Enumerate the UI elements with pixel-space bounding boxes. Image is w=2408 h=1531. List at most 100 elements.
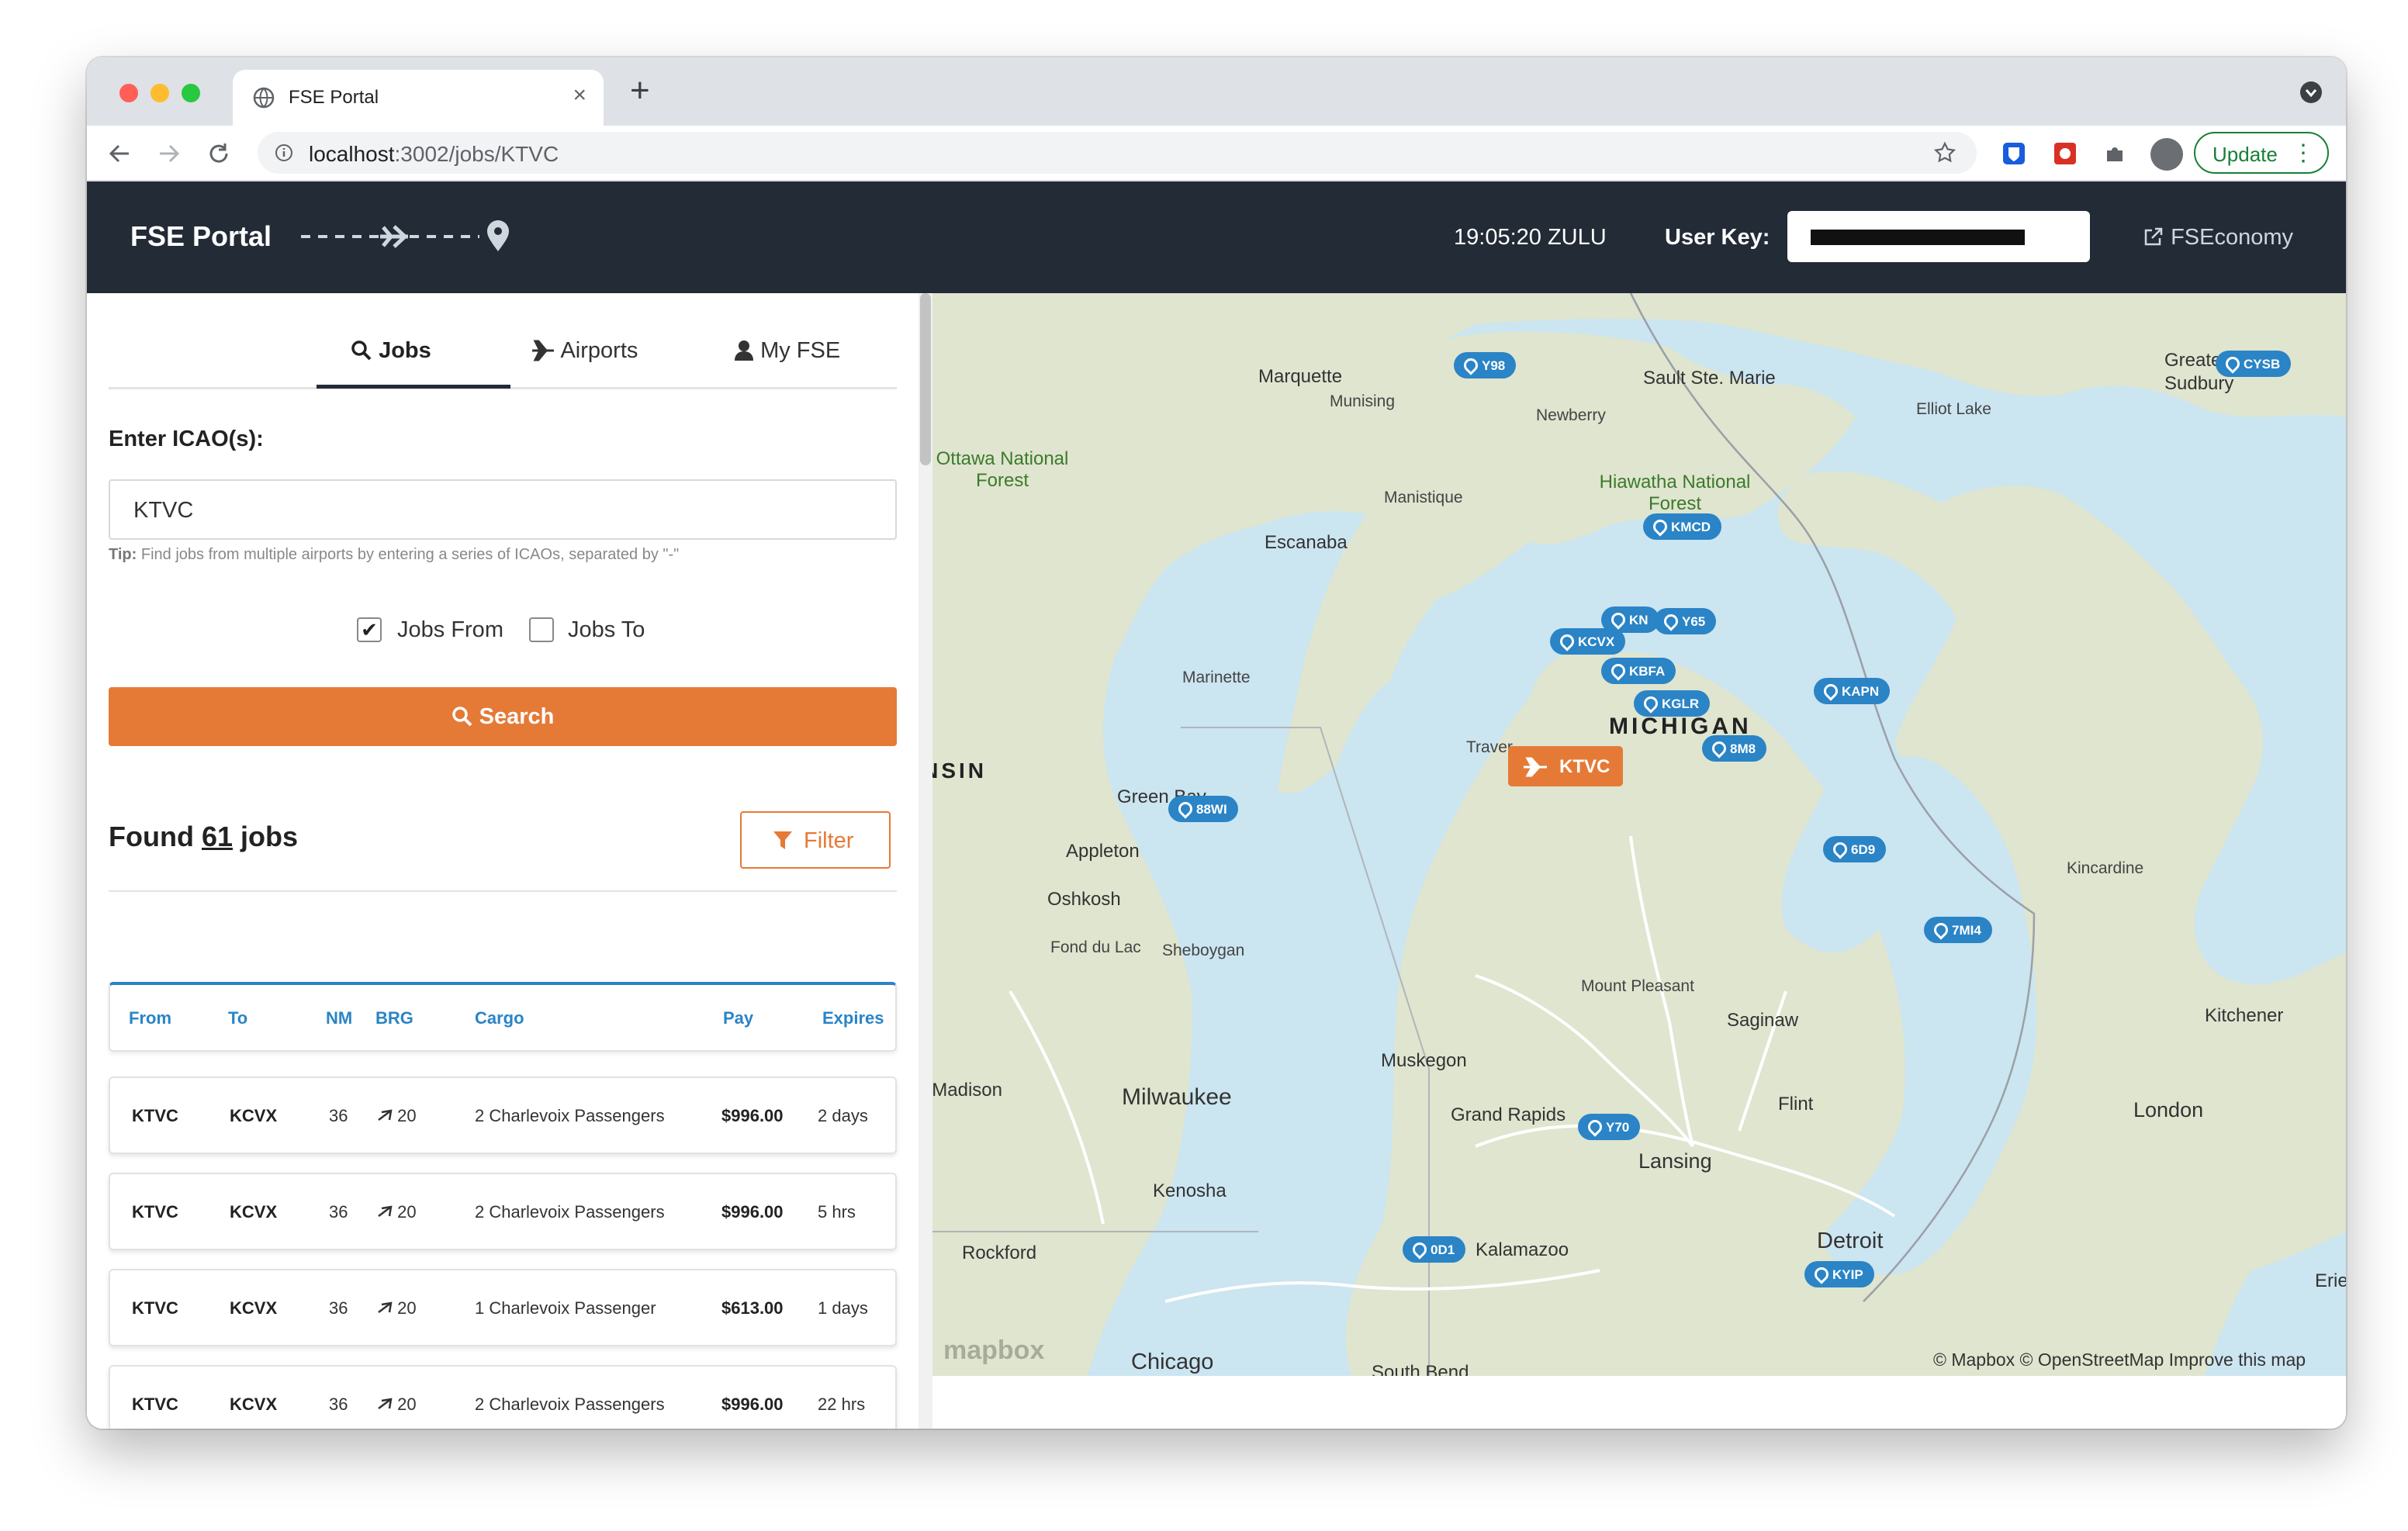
bitwarden-extension-icon[interactable] xyxy=(2001,141,2026,166)
place-sheboygan: Sheboygan xyxy=(1162,942,1245,959)
airport-marker[interactable]: 88WI xyxy=(1168,796,1238,822)
section-tabs: Jobs Airports My FSE xyxy=(109,293,897,389)
airport-marker[interactable]: KCVX xyxy=(1550,628,1626,655)
search-button[interactable]: Search xyxy=(109,687,897,746)
globe-icon xyxy=(253,87,275,109)
maximize-window-button[interactable] xyxy=(182,84,200,102)
jobs-to-checkbox[interactable] xyxy=(529,617,554,642)
place-muskegon: Muskegon xyxy=(1381,1050,1467,1071)
redacted-key xyxy=(1811,230,2025,245)
cell-brg-value: 20 xyxy=(397,1298,417,1318)
cell-from: KTVC xyxy=(132,1394,178,1414)
map-attribution[interactable]: © Mapbox © OpenStreetMap Improve this ma… xyxy=(1933,1350,2306,1370)
browser-window: FSE Portal × + localhost:3002/jobs/KTVC … xyxy=(87,57,2346,1429)
airport-marker[interactable]: 6D9 xyxy=(1823,836,1887,862)
filter-label: Filter xyxy=(804,828,854,853)
airport-marker[interactable]: Y98 xyxy=(1454,352,1517,378)
sidebar-panel: Jobs Airports My FSE Enter ICAO(s): KTVC… xyxy=(87,293,928,1429)
col-pay[interactable]: Pay xyxy=(723,1008,753,1028)
place-flint: Flint xyxy=(1778,1094,1814,1115)
reload-icon[interactable] xyxy=(206,141,231,166)
external-link-icon xyxy=(2144,227,2163,246)
url-field[interactable]: localhost:3002/jobs/KTVC xyxy=(258,132,1977,174)
airport-marker[interactable]: KGLR xyxy=(1634,690,1711,717)
cell-brg: 20 xyxy=(377,1298,417,1318)
url-host: localhost xyxy=(309,142,395,166)
search-icon xyxy=(351,340,372,361)
jobs-from-checkbox[interactable]: ✔ xyxy=(357,617,382,642)
profile-avatar[interactable] xyxy=(2150,138,2183,171)
bearing-plane-icon xyxy=(378,1301,393,1313)
place-mount-pleasant: Mount Pleasant xyxy=(1581,977,1694,995)
mapbox-logo[interactable]: mapbox xyxy=(943,1336,1044,1366)
user-key-input[interactable] xyxy=(1787,211,2090,262)
col-cargo[interactable]: Cargo xyxy=(475,1008,524,1028)
cell-brg: 20 xyxy=(377,1106,417,1126)
airport-marker[interactable]: 0D1 xyxy=(1403,1236,1466,1263)
place-kincardine: Kincardine xyxy=(2067,859,2144,877)
cell-expires: 1 days xyxy=(818,1298,868,1318)
airport-marker[interactable]: 8M8 xyxy=(1702,735,1767,762)
extension-icon[interactable] xyxy=(2053,141,2078,166)
fseconomy-link[interactable]: FSEconomy xyxy=(2143,225,2293,251)
job-count: 61 xyxy=(201,821,234,852)
icao-tip: Tip: Find jobs from multiple airports by… xyxy=(109,546,679,564)
col-expires[interactable]: Expires xyxy=(822,1008,884,1028)
update-button[interactable]: Update ⋮ xyxy=(2194,132,2329,174)
filter-button[interactable]: Filter xyxy=(740,811,891,869)
airport-marker[interactable]: Y70 xyxy=(1578,1114,1641,1140)
minimize-window-button[interactable] xyxy=(150,84,169,102)
airport-marker[interactable]: KMCD xyxy=(1643,513,1721,540)
browser-tab[interactable]: FSE Portal × xyxy=(233,70,604,126)
sidebar-scrollbar-thumb[interactable] xyxy=(920,293,931,465)
results-count: Found 61 jobs xyxy=(109,821,298,853)
tab-jobs[interactable]: Jobs xyxy=(351,338,431,364)
back-icon[interactable] xyxy=(107,141,132,166)
cell-to: KCVX xyxy=(230,1202,278,1222)
tip-label: Tip: xyxy=(109,546,137,563)
cell-pay: $996.00 xyxy=(721,1394,784,1414)
col-to[interactable]: To xyxy=(228,1008,247,1028)
icao-input[interactable]: KTVC xyxy=(109,479,897,540)
table-row[interactable]: KTVC KCVX 36 20 2 Charlevoix Passengers … xyxy=(109,1077,897,1154)
airport-marker[interactable]: KAPN xyxy=(1814,678,1891,704)
close-window-button[interactable] xyxy=(119,84,138,102)
table-row[interactable]: KTVC KCVX 36 20 2 Charlevoix Passengers … xyxy=(109,1365,897,1429)
map-view[interactable]: Marquette Munising Sault Ste. Marie Newb… xyxy=(932,293,2346,1376)
airport-marker[interactable]: 7MI4 xyxy=(1924,917,1992,943)
tip-text: Find jobs from multiple airports by ente… xyxy=(140,546,680,563)
tab-search-icon[interactable] xyxy=(2299,81,2323,104)
tab-my-fse[interactable]: My FSE xyxy=(734,338,840,364)
bookmark-star-icon[interactable] xyxy=(1933,141,1956,164)
place-madison: Madison xyxy=(932,1080,1002,1101)
extensions-puzzle-icon[interactable] xyxy=(2102,141,2127,166)
current-airport-label: KTVC xyxy=(1559,756,1611,777)
bearing-plane-icon xyxy=(378,1398,393,1409)
cell-from: KTVC xyxy=(132,1298,178,1318)
tab-airports-label: Airports xyxy=(560,338,638,363)
jobs-table-header: From To NM BRG Cargo Pay Expires xyxy=(109,982,897,1052)
col-from[interactable]: From xyxy=(129,1008,171,1028)
col-nm[interactable]: NM xyxy=(326,1008,352,1028)
info-icon[interactable] xyxy=(275,143,293,162)
table-row[interactable]: KTVC KCVX 36 20 2 Charlevoix Passengers … xyxy=(109,1173,897,1250)
place-munising: Munising xyxy=(1330,392,1396,410)
cell-pay: $996.00 xyxy=(721,1106,784,1125)
airport-marker[interactable]: Y65 xyxy=(1654,608,1717,634)
cell-brg-value: 20 xyxy=(397,1202,417,1222)
new-tab-icon[interactable]: + xyxy=(630,71,650,110)
airport-marker[interactable]: KBFA xyxy=(1601,658,1676,684)
forward-icon[interactable] xyxy=(157,141,182,166)
place-kalamazoo: Kalamazoo xyxy=(1476,1239,1569,1260)
table-row[interactable]: KTVC KCVX 36 20 1 Charlevoix Passenger $… xyxy=(109,1269,897,1346)
current-airport-marker[interactable]: KTVC xyxy=(1508,746,1623,786)
airport-marker[interactable]: KYIP xyxy=(1804,1261,1874,1287)
more-menu-icon[interactable]: ⋮ xyxy=(2292,140,2315,167)
col-brg[interactable]: BRG xyxy=(375,1008,413,1028)
place-wisconsin: WISCONSIN xyxy=(932,759,987,783)
airport-marker[interactable]: CYSB xyxy=(2216,351,2292,377)
browser-tab-bar: FSE Portal × + xyxy=(87,57,2346,126)
close-tab-icon[interactable]: × xyxy=(573,82,586,109)
cell-cargo: 2 Charlevoix Passengers xyxy=(475,1106,665,1125)
tab-airports[interactable]: Airports xyxy=(531,338,638,364)
